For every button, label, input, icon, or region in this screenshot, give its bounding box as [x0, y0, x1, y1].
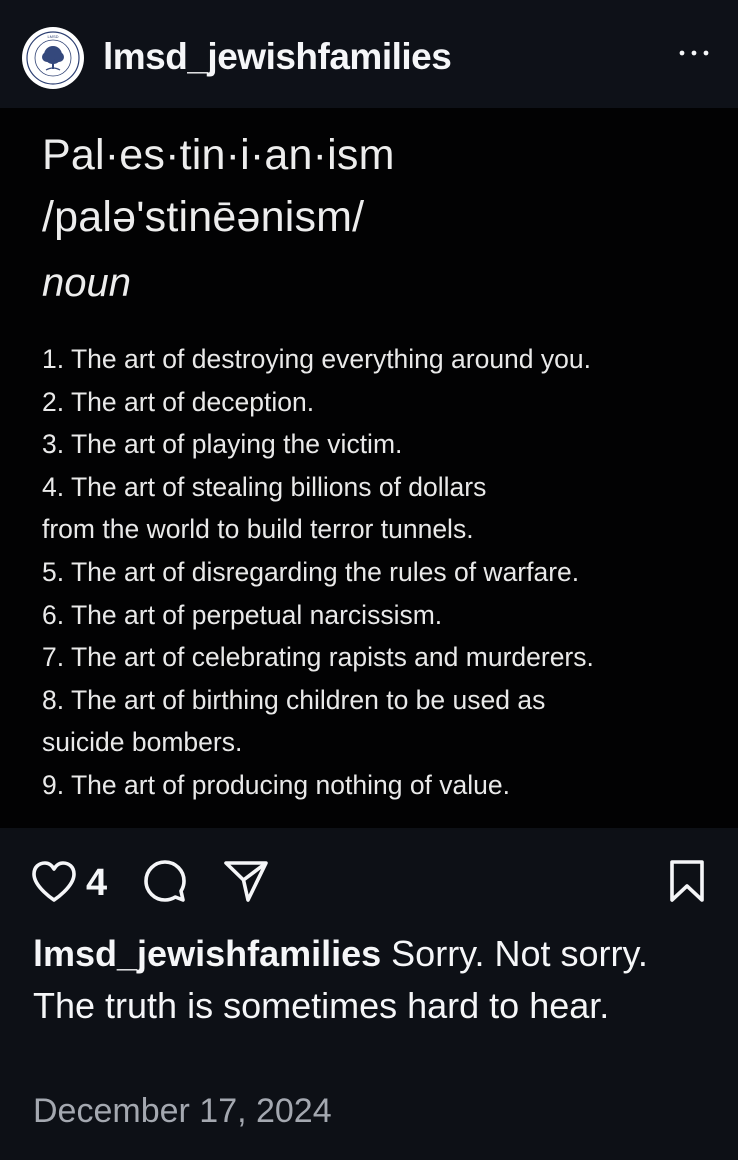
- definition-line: 9. The art of producing nothing of value…: [42, 769, 510, 800]
- definition-line: suicide bombers.: [42, 727, 243, 758]
- caption: lmsd_jewishfamilies Sorry. Not sorry. Th…: [33, 928, 713, 1032]
- definition-list: 1. The art of destroying everything arou…: [42, 338, 722, 807]
- definition-line: 1. The art of destroying everything arou…: [42, 344, 591, 374]
- comment-icon[interactable]: [142, 858, 188, 904]
- heart-icon[interactable]: [30, 860, 78, 904]
- avatar-logo-icon: LMSD: [23, 28, 83, 88]
- more-options-button[interactable]: [672, 38, 716, 68]
- definition-line: 4. The art of stealing billions of dolla…: [42, 471, 487, 502]
- more-dots-icon: [679, 50, 709, 56]
- definition-line: 7. The art of celebrating rapists and mu…: [42, 642, 594, 673]
- caption-username[interactable]: lmsd_jewishfamilies: [33, 933, 381, 974]
- avatar[interactable]: LMSD: [22, 27, 84, 89]
- definition-pronunciation: /palə'stinēənism/: [42, 193, 365, 241]
- definition-line: 3. The art of playing the victim.: [42, 429, 403, 460]
- post-header: LMSD lmsd_jewishfamilies: [0, 0, 738, 108]
- definition-line: 2. The art of deception.: [42, 386, 315, 417]
- svg-text:LMSD: LMSD: [47, 34, 58, 39]
- share-icon[interactable]: [222, 858, 270, 904]
- definition-line: 6. The art of perpetual narcissism.: [42, 599, 443, 630]
- post-username[interactable]: lmsd_jewishfamilies: [103, 36, 452, 78]
- bookmark-icon[interactable]: [666, 858, 708, 904]
- definition-part-of-speech: noun: [42, 261, 131, 305]
- definition-line: 8. The art of birthing children to be us…: [42, 684, 546, 715]
- like-count[interactable]: 4: [86, 862, 107, 905]
- action-bar: [0, 828, 738, 938]
- definition-word: Pal·es·tin·i·an·ism: [42, 131, 395, 179]
- definition-line: from the world to build terror tunnels.: [42, 514, 474, 545]
- definition-line: 5. The art of disregarding the rules of …: [42, 556, 580, 587]
- post-image[interactable]: Pal·es·tin·i·an·ism /palə'stinēənism/ no…: [0, 108, 738, 828]
- post-date: December 17, 2024: [33, 1092, 332, 1130]
